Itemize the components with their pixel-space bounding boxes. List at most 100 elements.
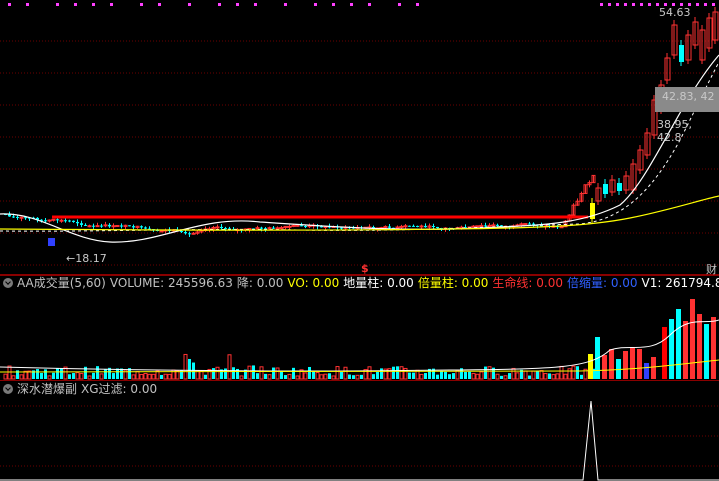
top-marker	[314, 3, 317, 6]
volume-bar	[112, 373, 115, 379]
xg-indicator-bar: 深水潜爆副 XG过滤: 0.00	[0, 381, 719, 397]
volume-bar	[651, 357, 656, 379]
event-marker[interactable]: $	[361, 262, 369, 275]
legend-item: 倍量柱: 0.00	[417, 276, 489, 290]
candle-body	[76, 221, 79, 224]
volume-bar	[315, 371, 320, 380]
candle-body	[64, 220, 67, 222]
candle-body	[80, 223, 83, 225]
volume-bar	[99, 373, 104, 380]
high-price-label: 54.63	[659, 6, 691, 19]
volume-panel[interactable]: AA成交量(5,60) VOLUME: 245596.63 降: 0.00 VO: 0…	[0, 275, 719, 381]
candle-body	[617, 183, 622, 191]
volume-bar	[68, 374, 71, 379]
volume-bar	[40, 372, 43, 379]
volume-bar	[323, 373, 328, 380]
volume-bar	[259, 366, 264, 380]
candle-body	[108, 224, 111, 227]
volume-bar	[151, 373, 156, 380]
xg-legend: 深水潜爆副 XG过滤: 0.00	[17, 382, 161, 396]
volume-bar	[464, 371, 467, 379]
candle-body	[436, 226, 439, 229]
volume-bar	[508, 373, 511, 379]
volume-bar	[267, 374, 272, 380]
volume-bar	[436, 374, 439, 379]
volume-bar	[539, 370, 544, 380]
volume-bar	[711, 317, 716, 379]
candle-body	[128, 225, 131, 227]
candle-body	[215, 226, 220, 229]
top-marker	[284, 3, 287, 6]
volume-bar	[343, 366, 348, 380]
legend-item: 生命线: 0.00	[492, 276, 563, 290]
volume-bar	[479, 371, 484, 380]
candle-body	[603, 184, 608, 194]
candle-body	[72, 220, 75, 222]
price-chart[interactable]: 54.63 42.83, 42 38.95, 42.8 ←18.17 $ 财	[0, 0, 719, 276]
volume-bar	[662, 327, 667, 379]
volume-bar	[75, 372, 80, 380]
volume-bar	[440, 370, 443, 379]
candle-body	[44, 220, 47, 222]
volume-bar	[515, 372, 520, 380]
dropdown-icon[interactable]	[3, 384, 13, 394]
xg-filter-panel[interactable]: 深水潜爆副 XG过滤: 0.00	[0, 381, 719, 481]
top-marker	[92, 3, 95, 6]
volume-bar	[104, 368, 107, 379]
volume-bar	[92, 372, 95, 379]
candle-body	[412, 225, 415, 227]
candle-body	[47, 219, 52, 222]
candle-body	[100, 225, 103, 227]
box-lower-label: 38.95, 42.8	[657, 118, 692, 144]
top-marker	[236, 3, 239, 6]
top-marker	[56, 3, 59, 6]
candle-body	[523, 223, 528, 226]
volume-bar	[292, 367, 295, 379]
volume-bar	[543, 373, 548, 380]
volume-bar	[623, 351, 628, 379]
volume-bar	[644, 363, 649, 379]
volume-bar	[455, 370, 460, 380]
candle-body	[272, 227, 275, 229]
top-marker	[8, 3, 11, 6]
volume-bar	[399, 366, 404, 380]
volume-bar	[588, 354, 593, 379]
volume-bar	[308, 366, 311, 379]
volume-bar	[87, 375, 92, 380]
volume-bar	[227, 354, 232, 380]
volume-bar	[551, 374, 556, 380]
candle-body	[144, 227, 147, 229]
legend-item: VO: 0.00	[287, 276, 340, 290]
candle-body	[487, 224, 492, 227]
volume-bar	[60, 368, 63, 379]
top-marker	[640, 3, 643, 6]
low-marker	[48, 238, 55, 246]
volume-bar	[452, 373, 455, 379]
volume-bar	[683, 321, 688, 379]
candle-body	[59, 219, 64, 222]
volume-bar	[7, 365, 12, 380]
candle-body	[260, 227, 263, 229]
volume-bar	[319, 374, 324, 380]
volume-bar	[3, 373, 8, 380]
candle-body	[295, 224, 300, 227]
dropdown-icon[interactable]	[3, 278, 13, 288]
volume-bar	[47, 375, 52, 380]
top-marker	[608, 3, 611, 6]
candlestick-chart[interactable]	[0, 0, 719, 275]
volume-bar	[275, 367, 280, 380]
volume-bar	[96, 366, 99, 379]
volume-bar	[484, 366, 487, 379]
volume-bar	[36, 369, 39, 379]
top-marker	[218, 3, 221, 6]
volume-bar	[272, 367, 275, 379]
legend-item: 地量柱: 0.00	[343, 276, 414, 290]
volume-bar	[252, 365, 255, 379]
candle-body	[419, 225, 424, 228]
volume-bar	[295, 375, 300, 380]
candle-body	[304, 226, 307, 228]
candle-body	[68, 220, 71, 222]
volume-bar	[331, 375, 336, 380]
volume-bar	[609, 349, 614, 379]
legend-item: AA成交量(5,60)	[17, 276, 106, 290]
